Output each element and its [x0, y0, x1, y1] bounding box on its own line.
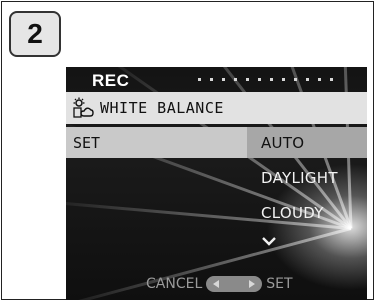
page-dot [222, 78, 225, 81]
cancel-label[interactable]: CANCEL [146, 276, 202, 292]
set-row-label: SET [73, 134, 101, 152]
footer-controls: CANCEL SET [146, 276, 293, 292]
option-daylight[interactable]: DAYLIGHT [261, 169, 338, 187]
page-dot [318, 78, 321, 81]
option-cloudy[interactable]: CLOUDY [261, 204, 324, 222]
menu-page-dots [198, 78, 333, 81]
page-dot [294, 78, 297, 81]
menu-mode-label: REC [92, 71, 130, 90]
set-label[interactable]: SET [266, 276, 292, 292]
menu-title: WHITE BALANCE [100, 99, 224, 117]
menu-title-bar: WHITE BALANCE [66, 92, 367, 124]
page-dot [246, 78, 249, 81]
option-auto[interactable]: AUTO [261, 134, 304, 152]
page-dot [198, 78, 201, 81]
page-dot [330, 78, 333, 81]
camera-lcd-screen: REC WHITE BALANCE SET AUTO DAYLIGHT CLOU… [66, 67, 367, 300]
left-right-control-icon [206, 276, 263, 292]
page-dot [234, 78, 237, 81]
page-dot [306, 78, 309, 81]
page-dot [282, 78, 285, 81]
page-dot [210, 78, 213, 81]
page-dot [258, 78, 261, 81]
left-arrow-icon [213, 280, 220, 288]
step-number-badge: 2 [9, 11, 61, 57]
step-number: 2 [27, 18, 43, 49]
white-balance-icon [73, 97, 94, 118]
right-arrow-icon [249, 280, 256, 288]
chevron-down-icon[interactable] [261, 235, 277, 247]
page-dot [270, 78, 273, 81]
